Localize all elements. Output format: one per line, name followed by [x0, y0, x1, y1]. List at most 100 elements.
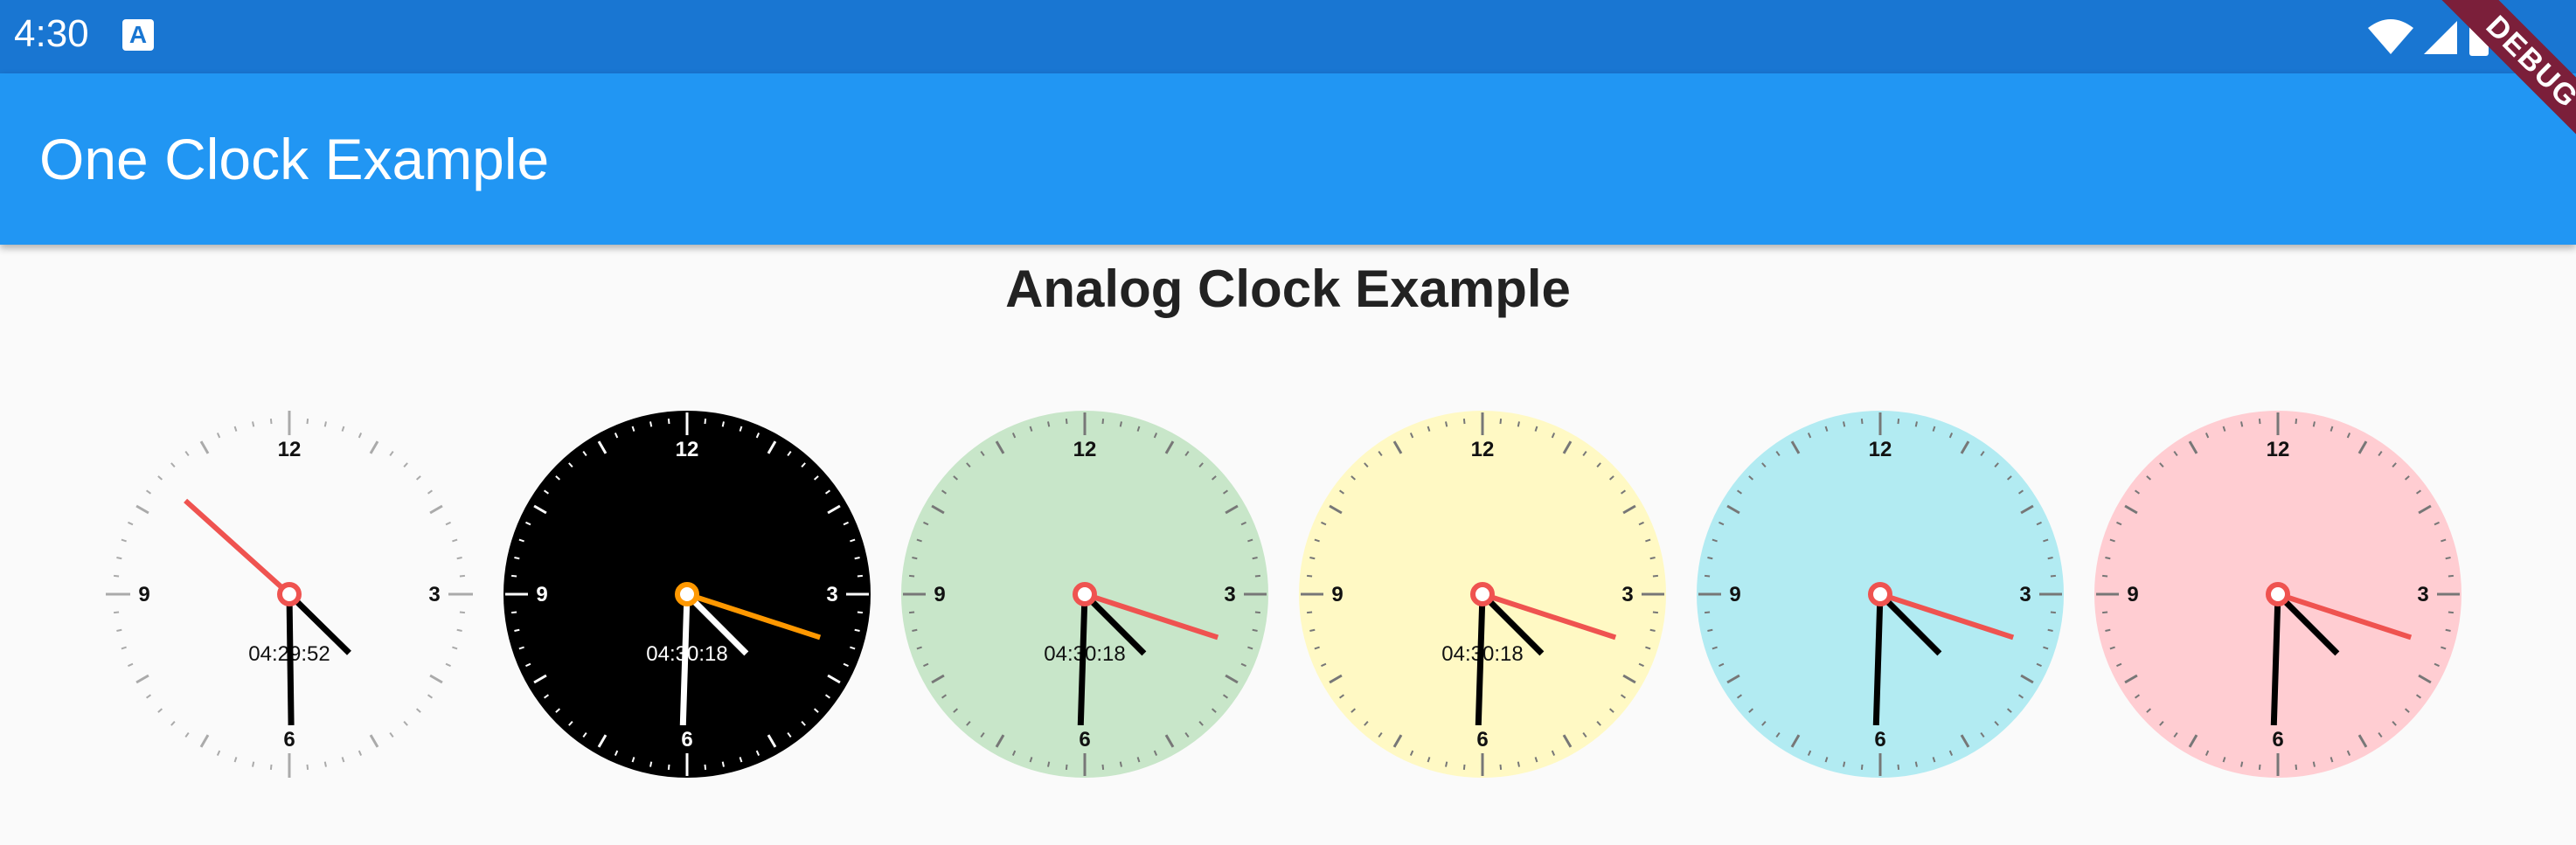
- clock-center: [277, 582, 302, 606]
- clock-tick: [323, 761, 327, 767]
- clock-tick: [2295, 419, 2298, 425]
- clock-tick: [667, 419, 670, 425]
- minute-hand: [1475, 593, 1486, 726]
- clock-tick: [649, 421, 653, 427]
- clock-number: 3: [2019, 583, 2031, 606]
- clock-tick: [511, 574, 517, 578]
- clock-number: 6: [1476, 728, 1488, 751]
- clock-number: 9: [1331, 583, 1343, 606]
- analog-clock-3: 1236904:30:18: [901, 411, 1268, 778]
- clock-tick: [909, 574, 915, 578]
- clock-tick: [909, 611, 915, 614]
- clock-tick: [1652, 574, 1658, 578]
- clock-number: 3: [1224, 583, 1235, 606]
- clock-center: [675, 582, 699, 606]
- clock-tick: [1897, 419, 1900, 425]
- status-time: 4:30: [14, 12, 89, 55]
- page-heading: Analog Clock Example: [1005, 260, 1571, 318]
- clock-number: 9: [2127, 583, 2138, 606]
- clock-tick: [667, 764, 670, 770]
- clock-tick: [1445, 761, 1448, 767]
- clock-tick: [1860, 764, 1864, 770]
- clock-tick: [1649, 628, 1656, 632]
- minute-hand: [1077, 593, 1088, 726]
- clock-tick: [1705, 574, 1711, 578]
- clock-tick: [116, 628, 122, 632]
- clock-number: 12: [676, 438, 699, 461]
- clock-tick: [2240, 761, 2244, 767]
- clock-tick: [857, 611, 863, 614]
- clock-tick: [1445, 421, 1448, 427]
- clock-number: 12: [2267, 438, 2290, 461]
- clock-tick: [2050, 611, 2056, 614]
- clock-tick: [1705, 611, 1711, 614]
- clock-number: 9: [934, 583, 945, 606]
- clock-center: [2266, 582, 2290, 606]
- clock-tick: [1462, 764, 1466, 770]
- clock-tick: [2445, 628, 2451, 632]
- clock-tick: [114, 611, 120, 614]
- clock-tick: [1101, 764, 1105, 770]
- analog-clock-5: 12 3 6 9: [1697, 411, 2064, 778]
- clock-number: 6: [1874, 728, 1885, 751]
- analog-clock-2: 1236904:30:18: [503, 411, 871, 778]
- minute-hand: [679, 593, 691, 726]
- clock-number: 6: [681, 728, 692, 751]
- clock-tick: [269, 419, 273, 425]
- cellular-signal-icon: [2424, 21, 2457, 54]
- status-icons: [2366, 16, 2497, 58]
- clock-row: 1236904:29:52 1236904:30:18 1236904:30:1…: [0, 411, 2576, 795]
- clock-tick: [649, 761, 653, 767]
- clock-tick: [1307, 611, 1313, 614]
- clock-tick: [721, 421, 725, 427]
- clock-tick: [2102, 611, 2108, 614]
- clock-tick: [456, 628, 462, 632]
- clock-tick: [2047, 628, 2053, 632]
- clock-tick: [1047, 421, 1051, 427]
- clock-number: 12: [278, 438, 302, 461]
- clock-tick: [514, 628, 520, 632]
- clock-tick: [2295, 764, 2298, 770]
- clock-tick: [1499, 764, 1503, 770]
- clock-tick: [1462, 419, 1466, 425]
- clock-tick: [269, 764, 273, 770]
- minute-hand: [1872, 593, 1884, 726]
- clock-tick: [306, 764, 309, 770]
- clock-tick: [2448, 574, 2454, 578]
- app-bar: One Clock Example: [0, 73, 2576, 245]
- clock-tick: [2312, 761, 2316, 767]
- clock-tick: [1307, 574, 1313, 578]
- clock-tick: [114, 574, 120, 578]
- clock-number: 9: [536, 583, 547, 606]
- clock-tick: [2312, 421, 2316, 427]
- clock-tick: [912, 628, 918, 632]
- analog-clock-6: 12 3 6 9: [2094, 411, 2461, 778]
- clock-number: 3: [826, 583, 837, 606]
- clock-tick: [857, 574, 863, 578]
- clock-tick: [1843, 421, 1846, 427]
- clock-tick: [1517, 421, 1520, 427]
- clock-number: 6: [283, 728, 295, 751]
- clock-tick: [1252, 628, 1258, 632]
- clock-tick: [2050, 574, 2056, 578]
- clock-tick: [1914, 761, 1918, 767]
- clock-tick: [2102, 574, 2108, 578]
- minute-hand: [286, 593, 295, 726]
- clock-tick: [1652, 611, 1658, 614]
- clock-number: 3: [1621, 583, 1633, 606]
- analog-clock-4: 1236904:30:18: [1299, 411, 1666, 778]
- wifi-icon: [2368, 19, 2413, 54]
- clock-center: [1868, 582, 1892, 606]
- clock-number: 3: [2417, 583, 2428, 606]
- clock-tick: [2240, 421, 2244, 427]
- clock-tick: [2448, 611, 2454, 614]
- clock-tick: [721, 761, 725, 767]
- clock-tick: [1101, 419, 1105, 425]
- clock-tick: [1499, 419, 1503, 425]
- clock-tick: [1860, 419, 1864, 425]
- clock-tick: [1843, 761, 1846, 767]
- clock-number: 12: [1471, 438, 1495, 461]
- app-title: One Clock Example: [39, 127, 550, 191]
- clock-tick: [1914, 421, 1918, 427]
- clock-tick: [1065, 419, 1068, 425]
